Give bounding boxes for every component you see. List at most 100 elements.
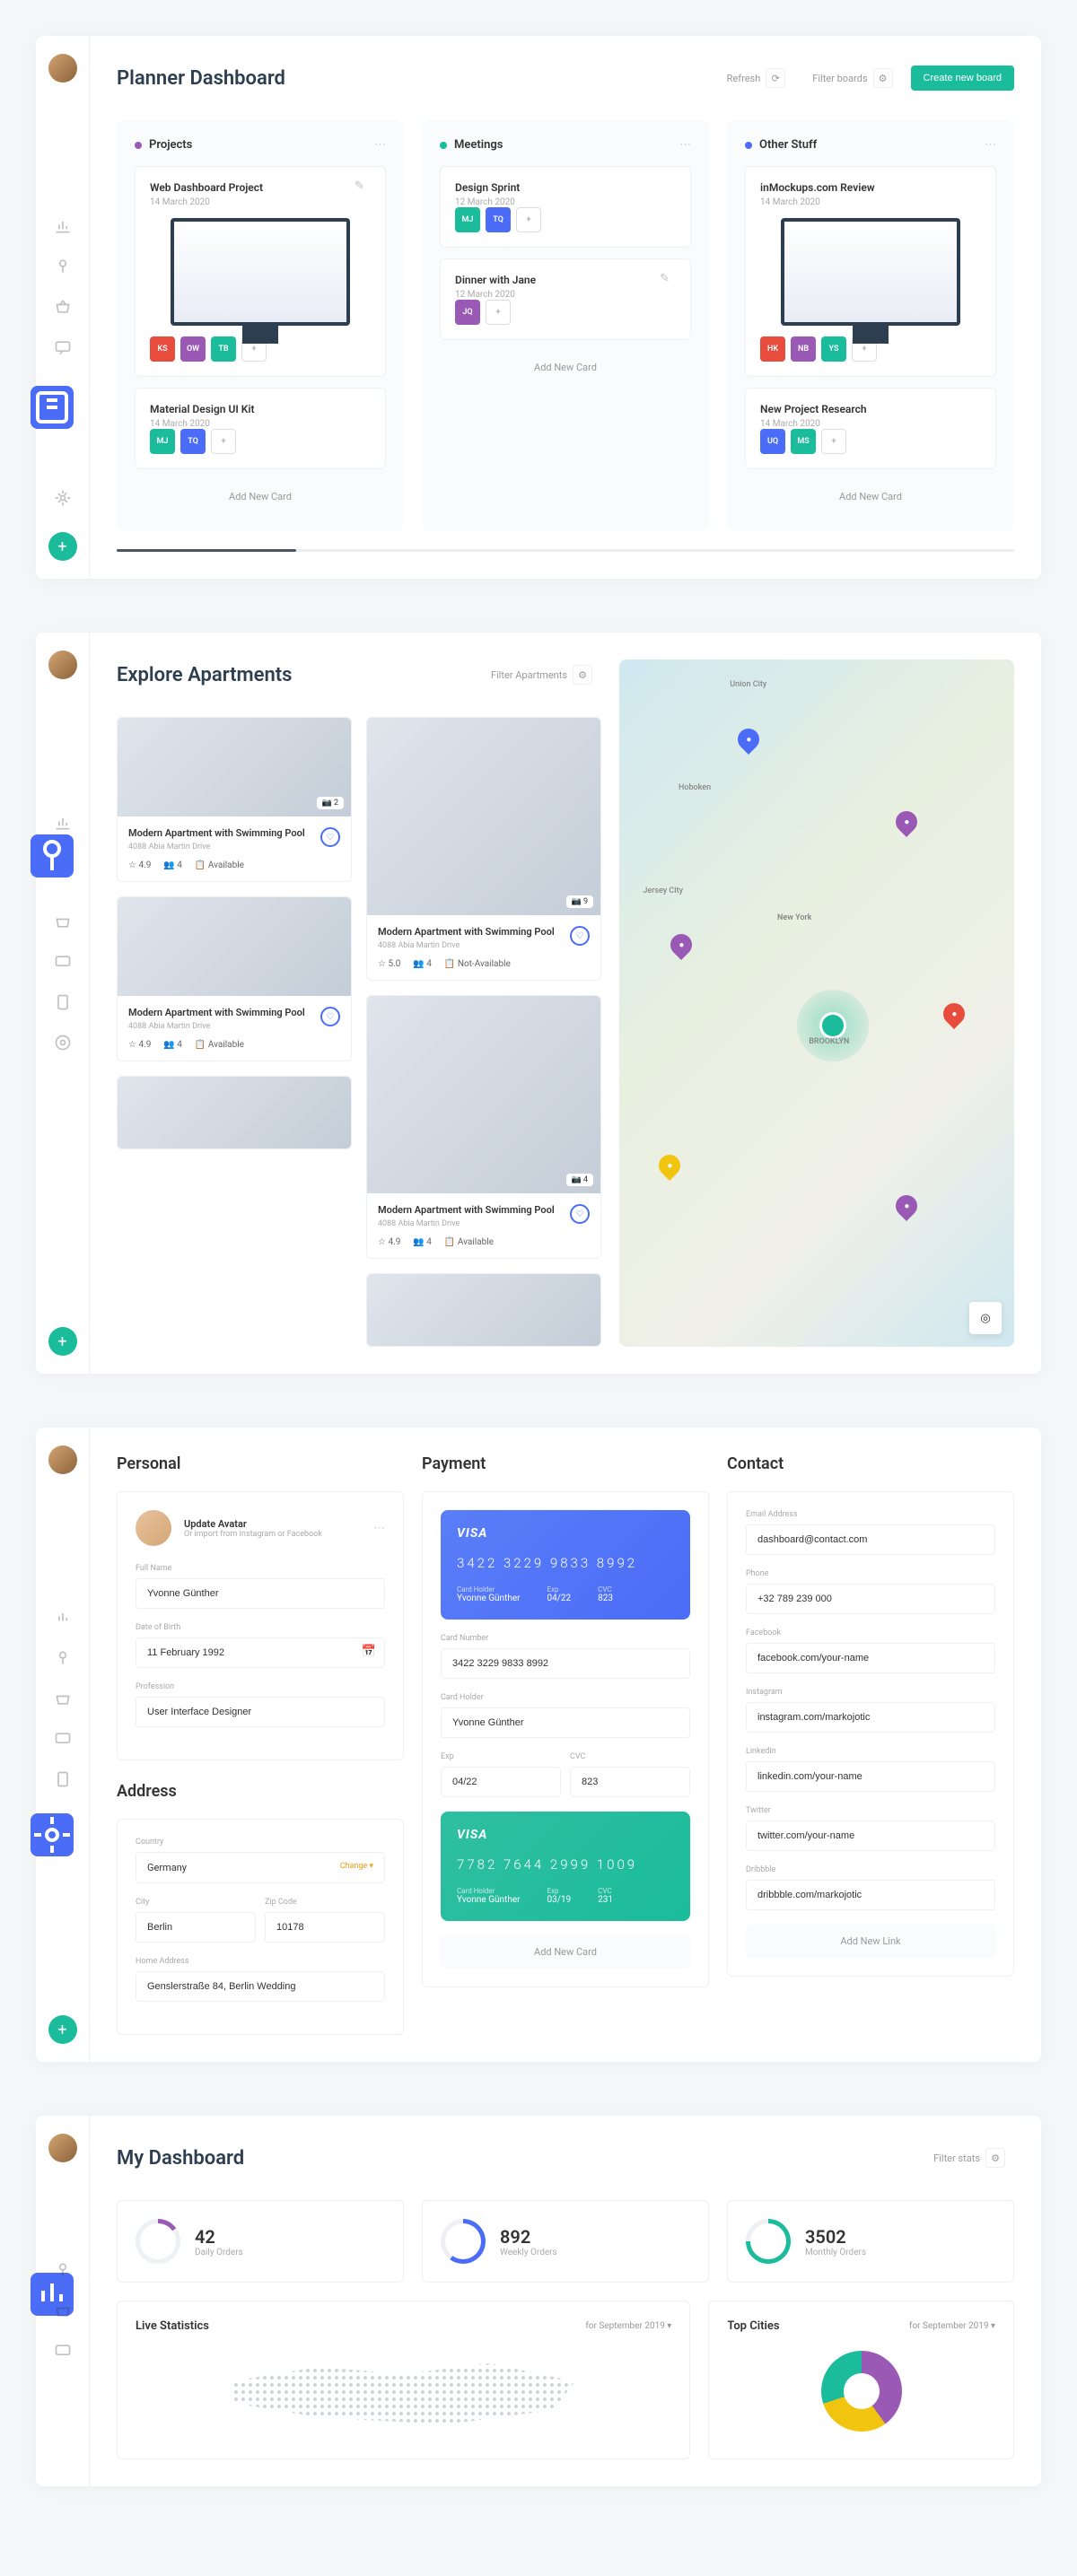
gear-icon[interactable] xyxy=(54,1034,72,1052)
file-icon[interactable] xyxy=(54,1770,72,1788)
zip-input[interactable] xyxy=(265,1912,385,1943)
sidebar-active-explore[interactable] xyxy=(31,834,74,878)
country-input[interactable]: GermanyChange ▾ xyxy=(136,1852,385,1883)
favorite-button[interactable]: ♡ xyxy=(320,1007,340,1026)
user-avatar[interactable] xyxy=(48,2134,77,2162)
column-more-icon[interactable]: ⋯ xyxy=(679,138,691,152)
member-badge[interactable]: OW xyxy=(180,336,206,362)
sidebar-active-boards[interactable] xyxy=(31,386,74,429)
city-input[interactable] xyxy=(136,1912,256,1943)
apartment-card[interactable]: 📷 2 ♡ Modern Apartment with Swimming Poo… xyxy=(117,717,352,882)
credit-card-1[interactable]: VISA 3422 3229 9833 8992 Card HolderYvon… xyxy=(441,1510,690,1620)
add-fab[interactable]: + xyxy=(48,1327,77,1356)
tw-input[interactable] xyxy=(746,1821,995,1851)
board-card[interactable]: Design Sprint12 March 2020MJTQ+ xyxy=(440,166,691,248)
exp-input[interactable] xyxy=(441,1767,561,1797)
add-link-button[interactable]: Add New Link xyxy=(746,1925,995,1958)
more-icon[interactable]: ⋯ xyxy=(373,1522,385,1535)
add-card-button[interactable]: Add New Card xyxy=(135,480,386,513)
basket-icon[interactable] xyxy=(54,913,72,930)
member-badge[interactable]: TQ xyxy=(180,429,206,454)
li-input[interactable] xyxy=(746,1761,995,1792)
chat-icon[interactable] xyxy=(54,2342,72,2360)
favorite-button[interactable]: ♡ xyxy=(570,1204,590,1224)
column-more-icon[interactable]: ⋯ xyxy=(374,138,386,152)
ig-input[interactable] xyxy=(746,1702,995,1733)
fb-input[interactable] xyxy=(746,1643,995,1673)
add-card-button[interactable]: Add New Card xyxy=(440,351,691,384)
map-pin[interactable]: ● xyxy=(939,999,969,1029)
column-more-icon[interactable]: ⋯ xyxy=(985,138,996,152)
member-badge[interactable]: KS xyxy=(150,336,175,362)
edit-icon[interactable]: ✎ xyxy=(660,272,678,290)
basket-icon[interactable] xyxy=(54,298,72,316)
apartment-card[interactable]: 📷 9 ♡ Modern Apartment with Swimming Poo… xyxy=(366,717,601,981)
member-badge[interactable]: JQ xyxy=(455,300,480,325)
map-pin[interactable]: ● xyxy=(666,930,696,960)
user-avatar[interactable] xyxy=(48,1445,77,1474)
filter-button[interactable]: Filter boards⚙ xyxy=(803,63,901,93)
home-input[interactable] xyxy=(136,1971,385,2002)
map-pin[interactable]: ● xyxy=(654,1150,685,1181)
member-badge[interactable]: NB xyxy=(791,336,816,362)
apartment-card[interactable] xyxy=(366,1273,601,1347)
user-avatar[interactable] xyxy=(48,651,77,679)
cvc-input[interactable] xyxy=(570,1767,690,1797)
favorite-button[interactable]: ♡ xyxy=(320,827,340,847)
add-member-button[interactable]: + xyxy=(486,300,511,325)
apartment-card[interactable]: 📷 4 ♡ Modern Apartment with Swimming Poo… xyxy=(366,995,601,1259)
basket-icon[interactable] xyxy=(54,1690,72,1707)
board-card[interactable]: Dinner with Jane12 March 2020✎JQ+ xyxy=(440,258,691,340)
add-card-button[interactable]: Add New Card xyxy=(441,1935,690,1969)
member-badge[interactable]: YS xyxy=(821,336,846,362)
h-scrollbar[interactable] xyxy=(117,549,1014,552)
add-member-button[interactable]: + xyxy=(211,429,236,454)
chart-icon[interactable] xyxy=(54,814,72,832)
pin-icon[interactable] xyxy=(54,2261,72,2279)
member-badge[interactable]: HK xyxy=(760,336,785,362)
chart-icon[interactable] xyxy=(54,217,72,235)
dob-input[interactable] xyxy=(136,1637,385,1668)
avatar-image[interactable] xyxy=(136,1510,171,1546)
update-avatar-link[interactable]: Update Avatar xyxy=(184,1518,322,1530)
apartment-card[interactable] xyxy=(117,1076,352,1149)
profession-input[interactable] xyxy=(136,1697,385,1727)
gear-icon[interactable] xyxy=(54,489,72,507)
fullname-input[interactable] xyxy=(136,1578,385,1609)
basket-icon[interactable] xyxy=(54,2301,72,2319)
pin-icon[interactable] xyxy=(54,258,72,275)
chat-icon[interactable] xyxy=(54,338,72,356)
board-card[interactable]: Web Dashboard Project14 March 2020✎KSOWT… xyxy=(135,166,386,377)
holder-input[interactable] xyxy=(441,1707,690,1738)
favorite-button[interactable]: ♡ xyxy=(570,926,590,946)
refresh-button[interactable]: Refresh⟳ xyxy=(718,63,795,93)
chart-icon[interactable] xyxy=(54,1609,72,1627)
add-fab[interactable]: + xyxy=(48,532,77,561)
member-badge[interactable]: UQ xyxy=(760,429,785,454)
board-card[interactable]: New Project Research14 March 2020UQMS+ xyxy=(745,388,996,469)
phone-input[interactable] xyxy=(746,1584,995,1614)
credit-card-2[interactable]: VISA 7782 7644 2999 1009 Card HolderYvon… xyxy=(441,1812,690,1921)
email-input[interactable] xyxy=(746,1524,995,1555)
edit-icon[interactable]: ✎ xyxy=(355,179,372,197)
chat-icon[interactable] xyxy=(54,953,72,971)
apartment-card[interactable]: ♡ Modern Apartment with Swimming Pool 40… xyxy=(117,896,352,1061)
board-card[interactable]: inMockups.com Review14 March 2020HKNBYS+ xyxy=(745,166,996,377)
member-badge[interactable]: TQ xyxy=(486,207,511,232)
sidebar-active-settings[interactable] xyxy=(31,1813,74,1856)
file-icon[interactable] xyxy=(54,993,72,1011)
filter-button[interactable]: Filter Apartments⚙ xyxy=(482,659,601,690)
cardnum-input[interactable] xyxy=(441,1648,690,1679)
add-member-button[interactable]: + xyxy=(516,207,541,232)
member-badge[interactable]: MJ xyxy=(150,429,175,454)
pin-icon[interactable] xyxy=(54,1649,72,1667)
member-badge[interactable]: MJ xyxy=(455,207,480,232)
calendar-icon[interactable]: 📅 xyxy=(362,1645,376,1658)
chat-icon[interactable] xyxy=(54,1730,72,1748)
filter-button[interactable]: Filter stats⚙ xyxy=(924,2143,1014,2173)
add-fab[interactable]: + xyxy=(48,2015,77,2044)
board-card[interactable]: Material Design UI Kit14 March 2020MJTQ+ xyxy=(135,388,386,469)
locate-button[interactable]: ◎ xyxy=(969,1302,1002,1334)
user-avatar[interactable] xyxy=(48,54,77,83)
create-board-button[interactable]: Create new board xyxy=(911,65,1014,91)
